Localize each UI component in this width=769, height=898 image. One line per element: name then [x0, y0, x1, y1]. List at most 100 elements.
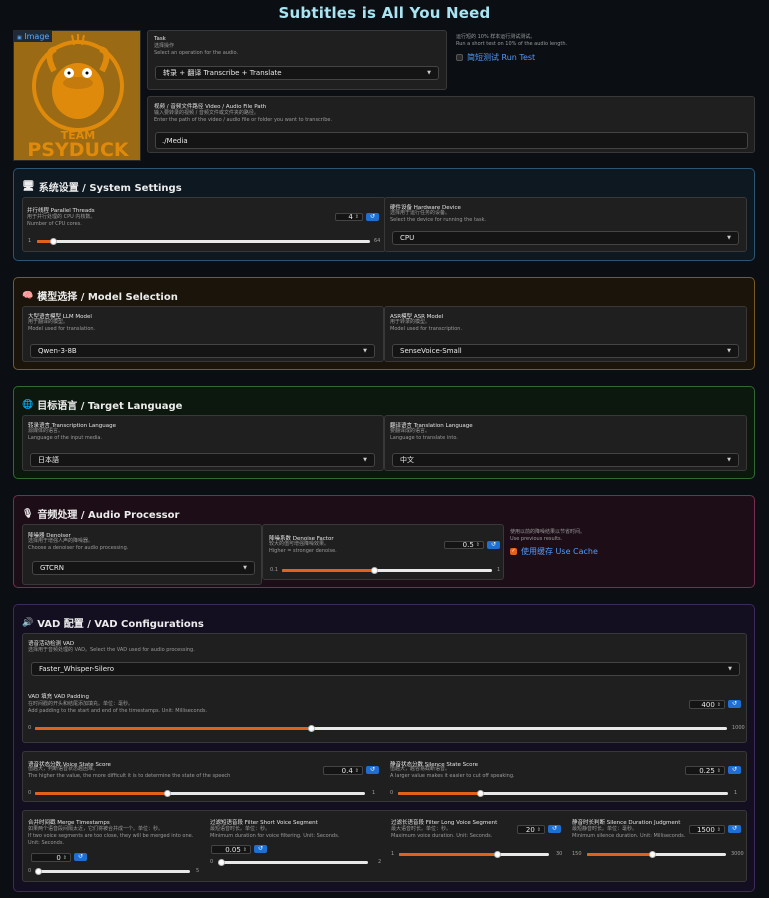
llm-panel: 大型语言模型 LLM Model 用于翻译的模型。 Model used for…	[22, 306, 384, 362]
voice-state-number-input[interactable]: 0.4 ⇕	[323, 766, 363, 775]
check-icon[interactable]: ✓	[510, 548, 517, 555]
slider-thumb[interactable]	[50, 238, 58, 245]
spinner-icon[interactable]: ⇕	[243, 847, 247, 853]
long-segment-reset-button[interactable]: ↺	[548, 825, 561, 833]
vad-padding-reset-button[interactable]: ↺	[728, 700, 741, 708]
asr-desc-en: Model used for transcription.	[390, 326, 463, 332]
threads-desc-cn: 用于并行处理的 CPU 内核数。	[27, 214, 96, 220]
merge-slider[interactable]	[34, 868, 190, 875]
long-segment-max: 30	[556, 851, 563, 857]
threads-reset-button[interactable]: ↺	[366, 213, 379, 221]
vad-main-panel: 语音活动检测 VAD 选择用于音频处理的 VAD。Select the VAD …	[22, 633, 747, 743]
long-segment-label: 过滤长语音段 Filter Long Voice Segment	[391, 820, 498, 826]
threads-number-input[interactable]: 4 ⇕	[335, 213, 363, 221]
short-segment-slider[interactable]	[218, 859, 368, 866]
denoise-factor-reset-button[interactable]: ↺	[487, 541, 500, 549]
silence-state-number-input[interactable]: 0.25 ⇕	[685, 766, 725, 775]
transcription-language-dropdown[interactable]: 日本語 ▼	[30, 453, 375, 467]
vad-padding-number-input[interactable]: 400 ⇕	[689, 700, 725, 709]
asr-panel: ASR模型 ASR Model 用于转录的模型。 Model used for …	[384, 306, 747, 362]
reset-icon: ↺	[77, 853, 84, 860]
translation-language-dropdown[interactable]: 中文 ▼	[392, 453, 739, 467]
system-settings-section: 🖥 系统设置 / System Settings 并行线程 Parallel T…	[13, 168, 755, 261]
slider-thumb[interactable]	[370, 567, 378, 574]
use-cache-desc-en: Use previous results.	[510, 536, 563, 542]
merge-label: 合并时间戳 Merge Timestamps	[28, 820, 110, 826]
spinner-icon[interactable]: ⇕	[717, 768, 721, 774]
chevron-down-icon: ▼	[727, 457, 731, 463]
checkbox-icon[interactable]	[456, 54, 463, 61]
denoiser-dropdown[interactable]: GTCRN ▼	[32, 561, 255, 575]
asr-desc-cn: 用于转录的模型。	[390, 319, 431, 325]
reset-icon: ↺	[369, 766, 376, 773]
silence-state-max: 1	[734, 790, 738, 796]
spinner-icon[interactable]: ⇕	[63, 855, 67, 861]
spinner-icon[interactable]: ⇕	[476, 542, 480, 548]
voice-state-reset-button[interactable]: ↺	[366, 766, 379, 774]
slider-thumb[interactable]	[477, 790, 484, 797]
silence-duration-number-input[interactable]: 1500 ⇕	[689, 825, 725, 834]
app-title: Subtitles is All You Need	[278, 4, 491, 22]
long-segment-desc-en: Maximum voice duration. Unit: Seconds.	[391, 833, 493, 839]
threads-panel: 并行线程 Parallel Threads 用于并行处理的 CPU 内核数。 N…	[22, 197, 386, 252]
merge-desc-cn: 如果两个语音段间隔太近，它们将被合并成一个。单位：秒。	[28, 826, 164, 832]
reset-icon: ↺	[551, 825, 558, 832]
task-desc-en: Select an operation for the audio.	[154, 50, 239, 56]
denoise-factor-slider[interactable]	[282, 567, 492, 574]
long-segment-number-input[interactable]: 20 ⇕	[517, 825, 545, 834]
spinner-icon[interactable]: ⇕	[537, 827, 541, 833]
use-cache-desc-cn: 使用以前的降噪结果以节省时间。	[510, 529, 586, 535]
silence-state-slider[interactable]	[398, 790, 728, 797]
task-dropdown[interactable]: 转录 + 翻译 Transcribe + Translate ▼	[155, 66, 439, 80]
voice-state-slider[interactable]	[35, 790, 365, 797]
short-segment-reset-button[interactable]: ↺	[254, 845, 267, 853]
path-input[interactable]: ./Media	[155, 132, 748, 149]
path-label: 视频 / 音频文件路径 Video / Audio File Path	[154, 104, 267, 110]
transcription-language-panel: 转录语言 Transcription Language 源媒体的语言。 Lang…	[22, 415, 384, 471]
slider-thumb[interactable]	[163, 790, 171, 797]
spinner-icon[interactable]: ⇕	[355, 768, 359, 774]
asr-dropdown[interactable]: SenseVoice-Small ▼	[392, 344, 739, 358]
denoise-factor-number-input[interactable]: 0.5 ⇕	[444, 541, 484, 549]
voice-state-desc-cn: 值越大，判断语音状态越困难。	[28, 766, 99, 772]
vad-padding-max: 1000	[732, 725, 745, 731]
denoiser-desc-en: Choose a denoiser for audio processing.	[28, 545, 129, 551]
short-segment-number-input[interactable]: 0.05 ⇕	[211, 845, 251, 854]
spinner-icon[interactable]: ⇕	[717, 702, 721, 708]
device-dropdown[interactable]: CPU ▼	[392, 231, 739, 245]
slider-thumb[interactable]	[493, 851, 501, 858]
use-cache-checkbox[interactable]: ✓ 使用缓存 Use Cache	[510, 546, 598, 557]
silence-duration-reset-button[interactable]: ↺	[728, 825, 741, 833]
slider-thumb[interactable]	[34, 868, 42, 875]
brain-icon: 🧠	[22, 290, 34, 301]
slider-thumb[interactable]	[308, 725, 316, 732]
silence-duration-desc-cn: 最短静音时长。单位：毫秒。	[572, 826, 638, 832]
slider-thumb[interactable]	[649, 851, 657, 858]
vad-padding-slider[interactable]	[35, 725, 727, 732]
spinner-icon[interactable]: ⇕	[717, 827, 721, 833]
merge-reset-button[interactable]: ↺	[74, 853, 87, 861]
use-cache-group: 使用以前的降噪结果以节省时间。 Use previous results. ✓ …	[510, 529, 598, 557]
reset-icon: ↺	[257, 845, 264, 852]
state-score-panel: 语音状态分数 Voice State Score 值越大，判断语音状态越困难。 …	[22, 751, 747, 802]
silence-state-reset-button[interactable]: ↺	[728, 766, 741, 774]
run-test-checkbox[interactable]: 简短测试 Run Test	[456, 52, 567, 63]
reset-icon: ↺	[369, 213, 376, 220]
translation-language-panel: 翻译语言 Translation Language 要翻译成的语言。 Langu…	[384, 415, 747, 471]
vad-dropdown[interactable]: Faster_Whisper-Silero ▼	[31, 662, 740, 676]
llm-dropdown[interactable]: Qwen-3-8B ▼	[30, 344, 375, 358]
image-icon: ▣	[17, 35, 22, 41]
voice-state-desc-en: The higher the value, the more difficult…	[28, 773, 231, 779]
silence-state-desc-en: A larger value makes it easier to cut of…	[390, 773, 515, 779]
vad-padding-desc-en: Add padding to the start and end of the …	[28, 708, 208, 714]
transcription-language-desc-en: Language of the input media.	[28, 435, 103, 441]
merge-number-input[interactable]: 0 ⇕	[31, 853, 71, 862]
long-segment-slider[interactable]	[399, 851, 549, 858]
chevron-down-icon: ▼	[727, 235, 731, 241]
spinner-icon[interactable]: ⇕	[355, 214, 359, 220]
short-segment-min: 0	[210, 859, 214, 865]
slider-thumb[interactable]	[218, 859, 226, 866]
threads-slider[interactable]	[37, 238, 370, 245]
silence-duration-slider[interactable]	[587, 851, 726, 858]
run-test-label: 简短测试 Run Test	[467, 53, 536, 62]
